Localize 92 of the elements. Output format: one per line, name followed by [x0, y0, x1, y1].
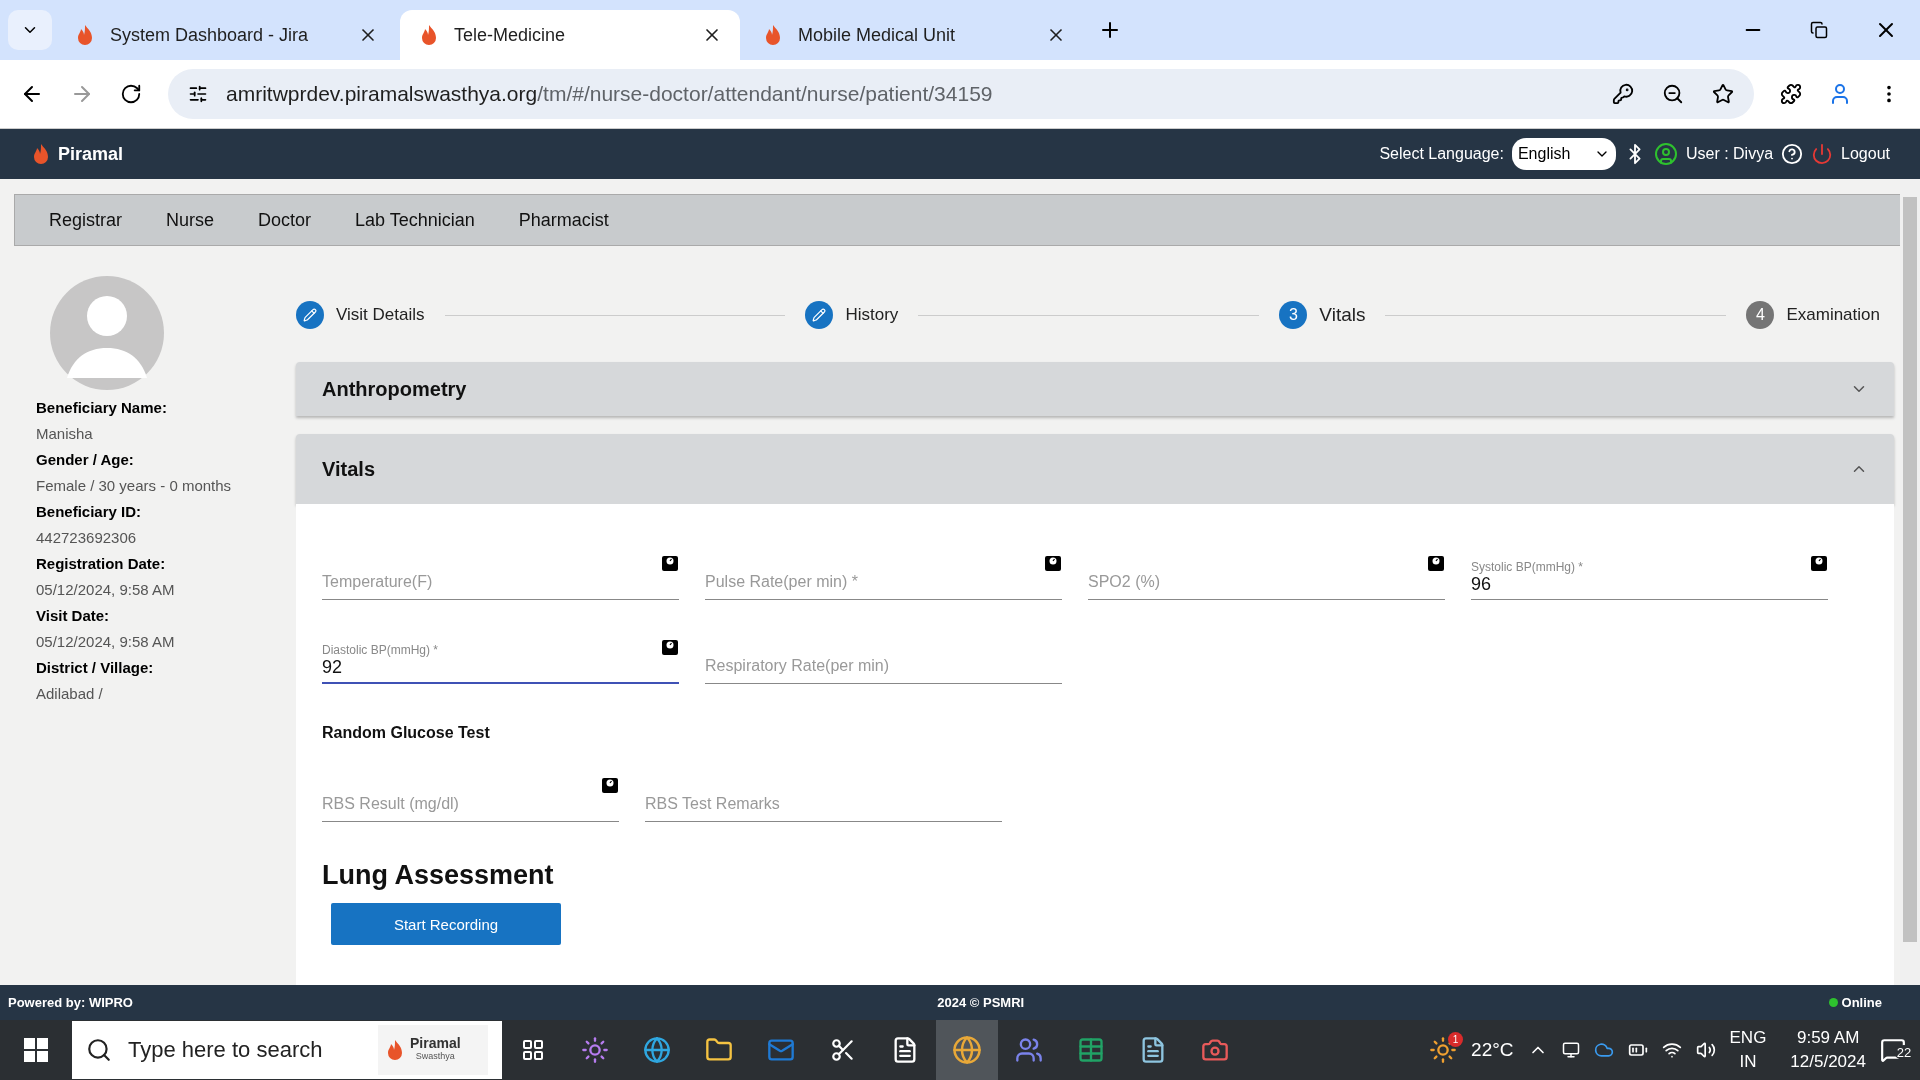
taskbar-search-field[interactable]: Type here to search Piramal Swasthya	[72, 1021, 502, 1079]
field-placeholder: RBS Test Remarks	[645, 795, 781, 814]
tab-title: System Dashboard - Jira	[110, 24, 310, 46]
clock-time: 9:59 AM	[1797, 1027, 1860, 1049]
site-settings-icon[interactable]	[188, 84, 208, 104]
input-field[interactable]: Diastolic BP(mmHg) * 92	[322, 628, 679, 684]
language-label: Select Language:	[1379, 145, 1504, 163]
browser-tab[interactable]: System Dashboard - Jira	[56, 10, 396, 60]
step-number: 3	[1279, 301, 1308, 329]
step-label: History	[845, 305, 899, 325]
search-logo: Piramal Swasthya	[378, 1025, 488, 1075]
language-indicator: ENG	[1729, 1027, 1767, 1049]
key-icon[interactable]	[1612, 83, 1634, 105]
panel-header[interactable]: Anthropometry	[296, 362, 1894, 416]
status-dot	[1828, 998, 1838, 1007]
nav-item[interactable]: Registrar	[49, 209, 123, 231]
user-name: User : Divya	[1685, 145, 1774, 163]
logo-text: Piramal	[58, 143, 124, 165]
help-icon[interactable]	[1781, 143, 1804, 165]
field-value: 96	[1471, 574, 1493, 595]
field-label: Diastolic BP(mmHg) *	[322, 643, 439, 657]
nav-item[interactable]: Nurse	[166, 209, 215, 231]
info-value: 05/12/2024, 9:58 AM	[36, 581, 176, 598]
restore-icon[interactable]	[1810, 21, 1828, 39]
monitor-icon	[1561, 1041, 1580, 1059]
clock-date: 12/5/2024	[1790, 1051, 1866, 1073]
panel-header[interactable]: Vitals	[296, 434, 1894, 504]
scale-icon	[1427, 554, 1445, 572]
cloud-icon	[1593, 1040, 1614, 1060]
field-label: Systolic BP(mmHg) *	[1471, 560, 1584, 574]
scale-icon	[1044, 554, 1062, 572]
temperature-text: 22°C	[1471, 1039, 1514, 1061]
wifi-icon	[1661, 1040, 1682, 1060]
field-placeholder: SPO2 (%)	[1088, 573, 1161, 592]
nav-item[interactable]: Pharmacist	[518, 209, 609, 231]
info-value: Female / 30 years - 0 months	[36, 477, 233, 494]
nav-item[interactable]: Lab Technician	[355, 209, 475, 231]
address-bar[interactable]: amritwprdev.piramalswasthya.org/tm/#/nurse-doctor/attendant/nurse/patient/34159	[168, 69, 1754, 119]
status-text: Online	[1841, 995, 1882, 1010]
weather-icon[interactable]	[1429, 1036, 1458, 1064]
info-value: 442723692306	[36, 529, 138, 546]
section-subtitle: Random Glucose Test	[322, 724, 491, 742]
scale-icon	[661, 638, 679, 656]
info-label: Beneficiary ID:	[36, 503, 143, 520]
region-indicator: IN	[1739, 1051, 1757, 1073]
reload-icon[interactable]	[120, 83, 142, 105]
volume-icon	[1695, 1040, 1716, 1060]
info-label: Registration Date:	[36, 555, 167, 572]
windows-logo-icon	[24, 1038, 48, 1062]
tab-title: Mobile Medical Unit	[798, 24, 957, 46]
power-icon	[1811, 143, 1834, 165]
browser-tab[interactable]: Mobile Medical Unit	[744, 10, 1084, 60]
logout-link[interactable]: Logout	[1841, 145, 1890, 163]
search-icon	[86, 1037, 112, 1063]
field-placeholder: Pulse Rate(per min) *	[705, 573, 859, 592]
language-select[interactable]: English	[1511, 138, 1616, 170]
zoom-icon[interactable]	[1662, 83, 1684, 105]
step-label: Vitals	[1319, 304, 1366, 326]
user-icon	[1653, 142, 1678, 166]
step-label: Examination	[1786, 305, 1880, 325]
avatar-icon	[50, 276, 164, 390]
notification-count: 22	[1894, 1045, 1914, 1060]
scale-icon	[1810, 554, 1828, 572]
url-path: /tm/#/nurse-doctor/attendant/nurse/patient/34159	[537, 82, 993, 105]
info-label: Visit Date:	[36, 607, 111, 624]
tab-title: Tele-Medicine	[454, 24, 567, 46]
info-label: District / Village:	[36, 659, 155, 676]
info-value: Adilabad /	[36, 685, 104, 702]
field-placeholder: Temperature(F)	[322, 573, 434, 592]
browser-tab[interactable]: Tele-Medicine	[400, 10, 740, 60]
scale-icon	[601, 776, 619, 794]
nav-item[interactable]: Doctor	[258, 209, 312, 231]
url-host: amritwprdev.piramalswasthya.org	[226, 82, 538, 105]
extensions-icon[interactable]	[1780, 83, 1802, 105]
section-title: Lung Assessment	[322, 860, 555, 891]
input-field[interactable]: Systolic BP(mmHg) * 96	[1471, 544, 1828, 600]
info-label: Gender / Age:	[36, 451, 135, 468]
info-value: 05/12/2024, 9:58 AM	[36, 633, 176, 650]
field-placeholder: Respiratory Rate(per min)	[705, 657, 891, 676]
field-placeholder: RBS Result (mg/dl)	[322, 795, 460, 814]
footer-text: 2024 © PSMRI	[937, 995, 1025, 1010]
field-value: 92	[322, 657, 344, 678]
weather-badge: 1	[1448, 1032, 1464, 1047]
step-label: Visit Details	[336, 305, 425, 325]
info-value: Manisha	[36, 425, 94, 442]
step-number: 4	[1746, 301, 1775, 329]
start-recording-button[interactable]: Start Recording	[331, 903, 561, 945]
footer-text: Powered by: WIPRO	[8, 995, 133, 1010]
scale-icon	[661, 554, 679, 572]
info-label: Beneficiary Name:	[36, 399, 168, 416]
star-icon[interactable]	[1712, 83, 1734, 105]
browser-icon[interactable]	[936, 1020, 998, 1080]
